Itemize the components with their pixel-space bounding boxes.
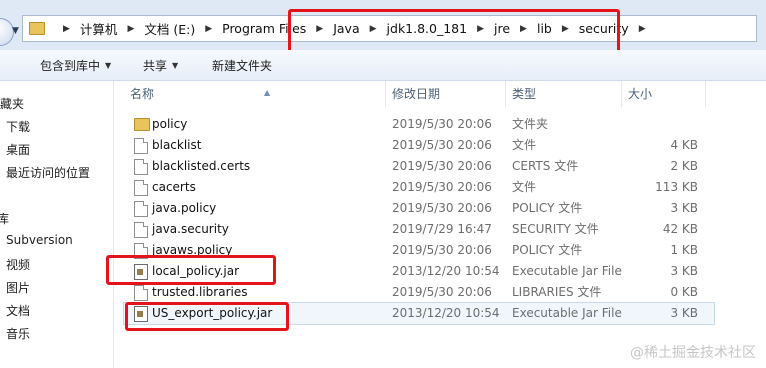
- file-row-java-security[interactable]: java.security 2019/7/29 16:47 SECURITY 文…: [124, 219, 714, 240]
- file-type: Executable Jar File: [512, 306, 622, 320]
- file-name: blacklist: [152, 138, 202, 152]
- nav-subversion[interactable]: Subversion: [6, 233, 73, 247]
- column-size-label: 大小: [628, 87, 653, 101]
- file-size: [628, 114, 698, 135]
- include-in-library-button[interactable]: 包含到库中 ▼: [40, 57, 111, 74]
- nav-downloads[interactable]: 下载: [6, 118, 30, 135]
- folder-icon: [134, 118, 150, 131]
- file-row-blacklisted-certs[interactable]: blacklisted.certs 2019/5/30 20:06 CERTS …: [124, 156, 714, 177]
- column-header-size[interactable]: 大小: [622, 81, 706, 107]
- file-type: 文件夹: [512, 117, 549, 131]
- chevron-down-icon: ▼: [172, 60, 179, 70]
- file-date: 2019/5/30 20:06: [392, 243, 492, 257]
- column-date-label: 修改日期: [392, 87, 441, 101]
- chevron-down-icon: ▼: [105, 60, 112, 70]
- path-highlight-box: [288, 9, 620, 55]
- column-header-type[interactable]: 类型: [506, 81, 622, 107]
- file-icon: [134, 285, 148, 301]
- file-icon: [134, 138, 148, 154]
- new-folder-label: 新建文件夹: [212, 58, 273, 73]
- nav-desktop[interactable]: 桌面: [6, 141, 30, 158]
- file-name: blacklisted.certs: [152, 159, 251, 173]
- file-type: LIBRARIES 文件: [512, 285, 602, 299]
- nav-recent-places[interactable]: 最近访问的位置: [6, 164, 90, 181]
- share-label: 共享: [143, 58, 168, 73]
- file-name: java.security: [152, 222, 229, 236]
- chevron-right-icon[interactable]: ▶: [63, 24, 70, 34]
- file-icon: [134, 222, 148, 238]
- file-type: Executable Jar File: [512, 264, 622, 278]
- column-header-date[interactable]: 修改日期: [386, 81, 506, 107]
- file-name: java.policy: [152, 201, 217, 215]
- column-name-label: 名称: [130, 87, 155, 101]
- file-date: 2013/12/20 10:54: [392, 306, 500, 320]
- file-type: 文件: [512, 138, 537, 152]
- nav-videos[interactable]: 视频: [6, 256, 30, 273]
- file-name: cacerts: [152, 180, 196, 194]
- file-row-trusted-libraries[interactable]: trusted.libraries 2019/5/30 20:06 LIBRAR…: [124, 282, 714, 303]
- history-dropdown-icon[interactable]: ▼: [12, 26, 19, 36]
- share-button[interactable]: 共享 ▼: [143, 57, 178, 74]
- sort-up-icon: ▲: [264, 88, 271, 97]
- file-type: POLICY 文件: [512, 243, 583, 257]
- file-date: 2019/5/30 20:06: [392, 180, 492, 194]
- nav-documents[interactable]: 文档: [6, 302, 30, 319]
- nav-libraries[interactable]: 库: [0, 210, 9, 227]
- chevron-right-icon[interactable]: ▶: [639, 24, 646, 34]
- chevron-right-icon[interactable]: ▶: [205, 24, 212, 34]
- file-row-java-policy[interactable]: java.policy 2019/5/30 20:06 POLICY 文件 3 …: [124, 198, 714, 219]
- file-row-blacklist[interactable]: blacklist 2019/5/30 20:06 文件 4 KB: [124, 135, 714, 156]
- breadcrumb-drive-e[interactable]: 文档 (E:): [144, 19, 195, 38]
- include-in-library-label: 包含到库中: [40, 58, 101, 73]
- local-policy-highlight-box: [106, 255, 276, 285]
- column-header-row: 名称 ▲ 修改日期 类型 大小: [114, 81, 766, 107]
- file-date: 2019/5/30 20:06: [392, 138, 492, 152]
- file-size: 3 KB: [670, 264, 698, 278]
- watermark: @稀土掘金技术社区: [630, 345, 756, 361]
- file-size: 1 KB: [670, 243, 698, 257]
- new-folder-button[interactable]: 新建文件夹: [212, 57, 272, 74]
- file-type: 文件: [512, 180, 537, 194]
- column-type-label: 类型: [512, 87, 537, 101]
- column-header-name[interactable]: 名称 ▲: [124, 81, 386, 107]
- breadcrumb-computer[interactable]: 计算机: [80, 19, 118, 38]
- file-size: 113 KB: [655, 180, 698, 194]
- file-date: 2019/5/30 20:06: [392, 117, 492, 131]
- nav-favorites[interactable]: 收藏夹: [0, 95, 24, 112]
- file-type: SECURITY 文件: [512, 222, 599, 236]
- file-name: policy: [152, 117, 188, 131]
- nav-music[interactable]: 音乐: [6, 325, 30, 342]
- navigation-pane: 收藏夹 下载 桌面 最近访问的位置 库 Subversion 视频 图片 文档 …: [0, 81, 114, 368]
- file-date: 2019/5/30 20:06: [392, 159, 492, 173]
- file-size: 3 KB: [670, 306, 698, 320]
- file-date: 2013/12/20 10:54: [392, 264, 500, 278]
- file-size: 0 KB: [670, 285, 698, 299]
- file-icon: [134, 201, 148, 217]
- file-size: 2 KB: [670, 159, 698, 173]
- file-date: 2019/5/30 20:06: [392, 285, 492, 299]
- file-row-policy[interactable]: policy 2019/5/30 20:06 文件夹: [124, 114, 714, 135]
- file-date: 2019/7/29 16:47: [392, 222, 492, 236]
- file-type: CERTS 文件: [512, 159, 579, 173]
- command-toolbar: 包含到库中 ▼ 共享 ▼ 新建文件夹: [0, 50, 766, 81]
- file-type: POLICY 文件: [512, 201, 583, 215]
- file-size: 3 KB: [670, 201, 698, 215]
- nav-pictures[interactable]: 图片: [6, 279, 30, 296]
- file-row-cacerts[interactable]: cacerts 2019/5/30 20:06 文件 113 KB: [124, 177, 714, 198]
- file-size: 4 KB: [670, 138, 698, 152]
- chevron-right-icon[interactable]: ▶: [127, 24, 134, 34]
- us-export-policy-highlight-box: [125, 302, 289, 331]
- file-icon: [134, 180, 148, 196]
- file-name: trusted.libraries: [152, 285, 248, 299]
- folder-icon: [29, 22, 45, 35]
- file-date: 2019/5/30 20:06: [392, 201, 492, 215]
- file-icon: [134, 159, 148, 175]
- file-size: 42 KB: [662, 222, 698, 236]
